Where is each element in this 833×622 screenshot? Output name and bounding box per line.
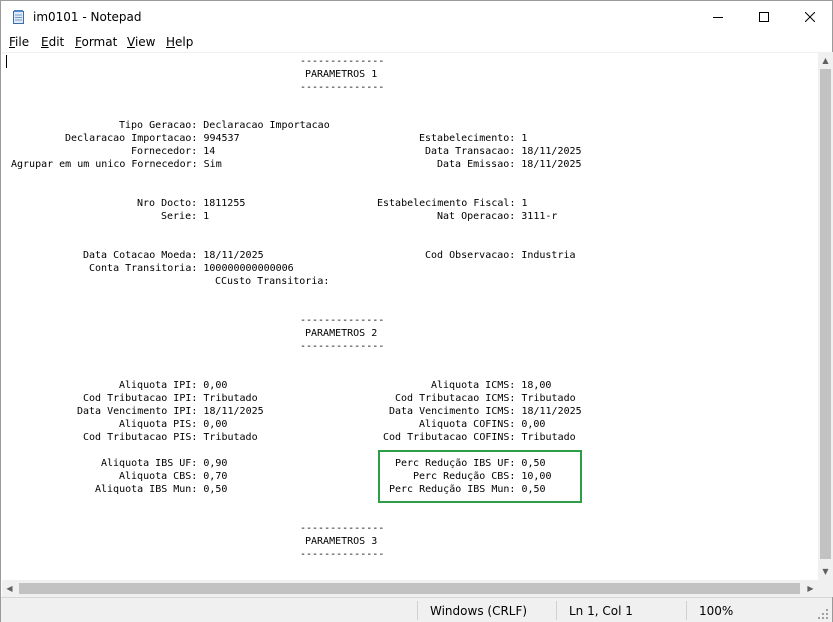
horizontal-scroll-thumb[interactable] xyxy=(19,583,800,594)
cod-observacao-line: Cod Observacao: Industria xyxy=(425,250,576,261)
horizontal-scrollbar[interactable]: ◀ ▶ xyxy=(2,580,818,597)
status-position: Ln 1, Col 1 xyxy=(569,604,633,618)
agrupar-line: Agrupar em um unico Fornecedor: Sim xyxy=(11,159,222,170)
scroll-up-icon[interactable]: ▲ xyxy=(818,52,833,69)
vertical-scroll-thumb[interactable] xyxy=(820,69,831,559)
status-bar: Windows (CRLF) Ln 1, Col 1 100% xyxy=(1,597,832,622)
section1-dashes-bottom: -------------- xyxy=(300,82,385,93)
highlight-box xyxy=(378,450,582,503)
text-editor[interactable]: -------------- PARAMETROS 1 ------------… xyxy=(2,52,818,580)
menu-format[interactable]: Format xyxy=(75,35,117,49)
aliq-ibs-uf-line: Aliquota IBS UF: 0,90 xyxy=(101,458,228,469)
section1-title: PARAMETROS 1 xyxy=(305,69,378,80)
section3-dashes-bottom: -------------- xyxy=(300,549,385,560)
section2-dashes-top: -------------- xyxy=(300,315,385,326)
data-venc-ipi-line: Data Vencimento IPI: 18/11/2025 xyxy=(77,406,264,417)
nat-operacao-line: Nat Operacao: 3111-r xyxy=(437,211,558,222)
nro-docto-line: Nro Docto: 1811255 xyxy=(137,198,246,209)
title-bar[interactable]: im0101 - Notepad xyxy=(1,1,832,32)
close-button[interactable] xyxy=(787,1,833,32)
menu-edit[interactable]: Edit xyxy=(41,35,64,49)
data-emissao-line: Data Emissao: 18/11/2025 xyxy=(437,159,582,170)
vertical-scrollbar[interactable]: ▲ ▼ xyxy=(818,52,833,580)
aliq-cbs-line: Aliquota CBS: 0,70 xyxy=(119,471,228,482)
conta-transitoria-line: Conta Transitoria: 100000000000006 xyxy=(89,263,294,274)
scrollbar-corner xyxy=(818,580,833,597)
section1-dashes-top: -------------- xyxy=(300,56,385,67)
cod-trib-cofins-line: Cod Tributacao COFINS: Tributado xyxy=(383,432,576,443)
tipo-geracao-line: Tipo Geracao: Declaracao Importacao xyxy=(119,120,330,131)
status-zoom: 100% xyxy=(699,604,734,618)
status-separator xyxy=(417,601,418,620)
text-caret xyxy=(6,55,7,68)
menu-file[interactable]: File xyxy=(9,35,29,49)
scroll-down-icon[interactable]: ▼ xyxy=(818,563,833,580)
close-icon xyxy=(805,11,815,22)
scroll-left-icon[interactable]: ◀ xyxy=(2,580,17,597)
resize-grip-icon[interactable] xyxy=(817,608,829,620)
data-transacao-line: Data Transacao: 18/11/2025 xyxy=(425,146,582,157)
data-cotacao-line: Data Cotacao Moeda: 18/11/2025 xyxy=(83,250,264,261)
cod-trib-icms-line: Cod Tributacao ICMS: Tributado xyxy=(395,393,576,404)
aliq-cofins-line: Aliquota COFINS: 0,00 xyxy=(419,419,546,430)
section3-dashes-top: -------------- xyxy=(300,523,385,534)
aliq-ibs-mun-line: Aliquota IBS Mun: 0,50 xyxy=(95,484,228,495)
status-separator xyxy=(686,601,687,620)
status-encoding: Windows (CRLF) xyxy=(430,604,528,618)
notepad-icon xyxy=(11,9,27,25)
minimize-button[interactable] xyxy=(695,1,741,32)
fornecedor-line: Fornecedor: 14 xyxy=(131,146,216,157)
cod-trib-pis-line: Cod Tributacao PIS: Tributado xyxy=(83,432,258,443)
estabelecimento-line: Estabelecimento: 1 xyxy=(419,133,528,144)
section3-title: PARAMETROS 3 xyxy=(305,536,378,547)
notepad-window: im0101 - Notepad File Edit Format View H… xyxy=(0,0,833,622)
declaracao-line: Declaracao Importacao: 994537 xyxy=(65,133,240,144)
aliq-icms-line: Aliquota ICMS: 18,00 xyxy=(431,380,552,391)
section2-title: PARAMETROS 2 xyxy=(305,328,378,339)
maximize-button[interactable] xyxy=(741,1,787,32)
menu-bar: File Edit Format View Help xyxy=(1,32,832,52)
estab-fiscal-line: Estabelecimento Fiscal: 1 xyxy=(377,198,528,209)
minimize-icon xyxy=(713,16,723,18)
cod-trib-ipi-line: Cod Tributacao IPI: Tributado xyxy=(83,393,258,404)
data-venc-icms-line: Data Vencimento ICMS: 18/11/2025 xyxy=(389,406,582,417)
ccusto-line: CCusto Transitoria: xyxy=(215,276,330,287)
section2-dashes-bottom: -------------- xyxy=(300,341,385,352)
menu-view[interactable]: View xyxy=(127,35,155,49)
menu-help[interactable]: Help xyxy=(166,35,193,49)
maximize-icon xyxy=(759,11,769,22)
window-title: im0101 - Notepad xyxy=(33,10,142,24)
serie-line: Serie: 1 xyxy=(161,211,210,222)
aliq-ipi-line: Aliquota IPI: 0,00 xyxy=(119,380,228,391)
status-separator xyxy=(556,601,557,620)
scroll-right-icon[interactable]: ▶ xyxy=(803,580,818,597)
aliq-pis-line: Aliquota PIS: 0,00 xyxy=(119,419,228,430)
